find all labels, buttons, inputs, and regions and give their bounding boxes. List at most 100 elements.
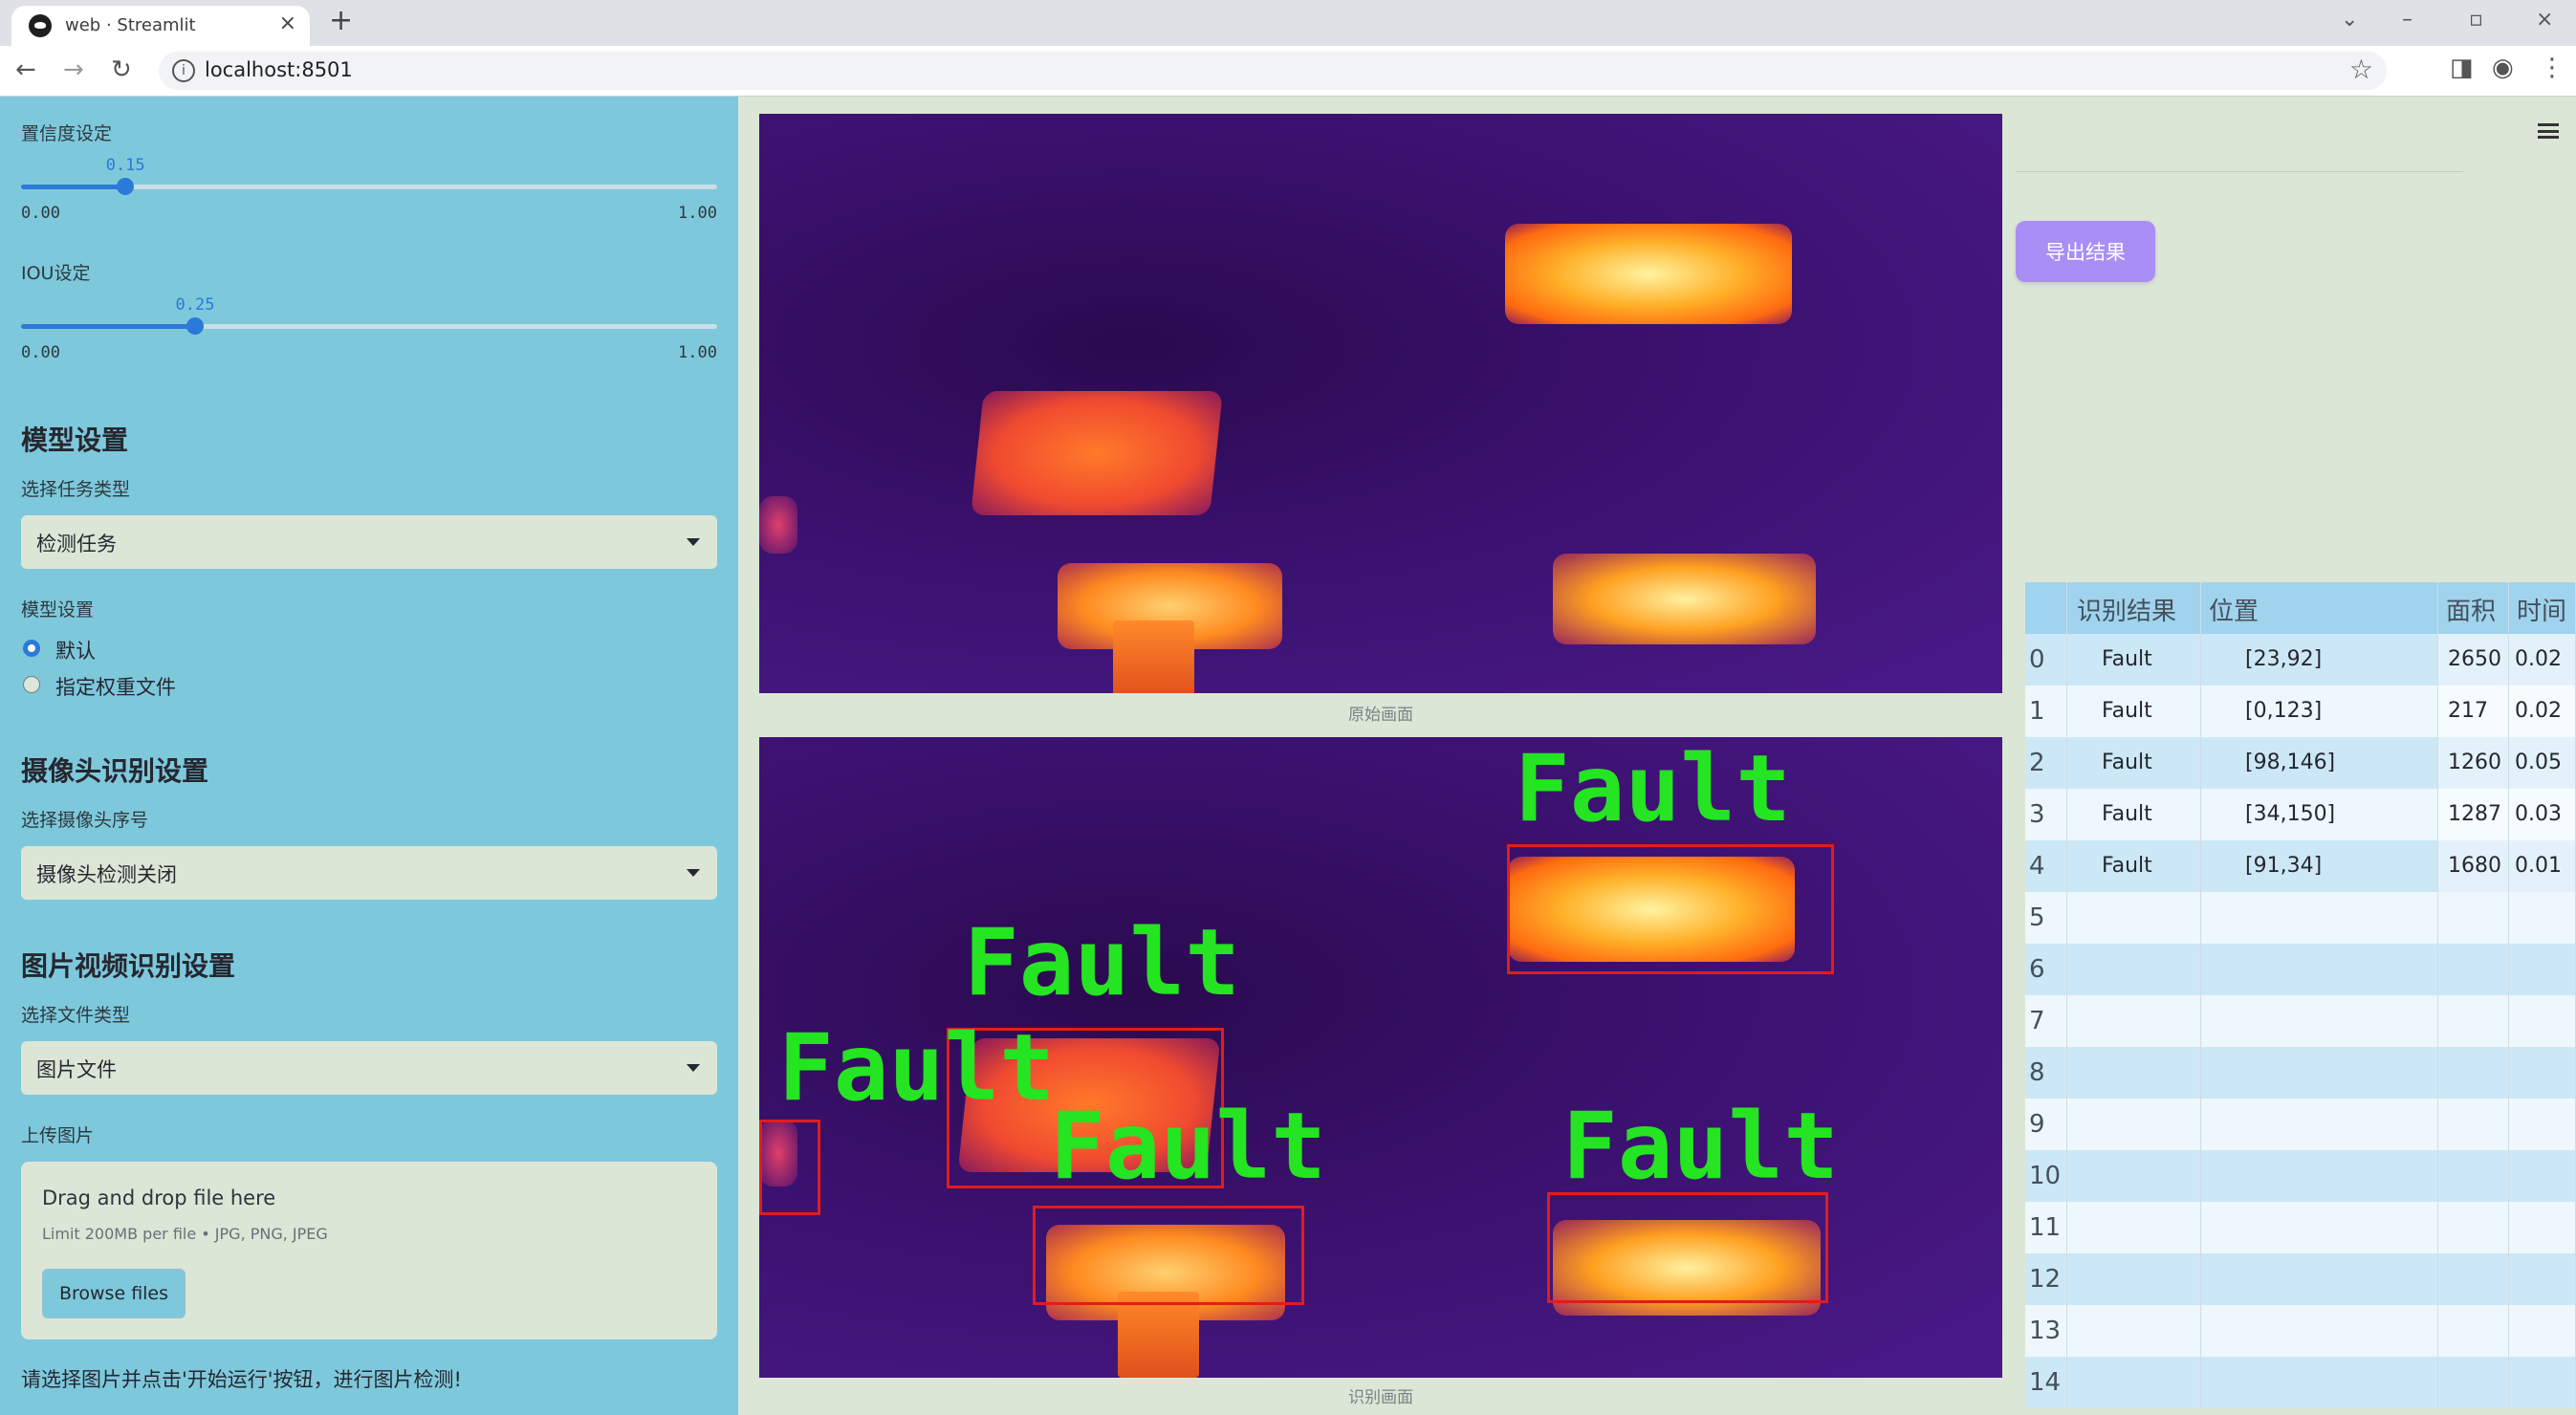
slider-fill <box>21 185 126 189</box>
forward-arrow-icon[interactable]: → <box>63 55 84 84</box>
slider-thumb[interactable] <box>117 178 135 195</box>
browser-tab[interactable]: web · Streamlit × <box>11 6 310 46</box>
radio-unselected-icon[interactable] <box>23 676 40 693</box>
slider-thumb[interactable] <box>186 317 204 335</box>
table-row[interactable]: 2 Fault [98,146] 1260 0.05 <box>2025 737 2576 789</box>
detection-label: Fault <box>1050 1093 1326 1200</box>
table-row[interactable]: 13 <box>2025 1305 2576 1357</box>
table-cell-result: Fault <box>2067 686 2201 737</box>
dropdown-caret-icon <box>687 1064 700 1072</box>
table-row[interactable]: 8 <box>2025 1047 2576 1099</box>
table-cell-empty <box>2067 1150 2201 1202</box>
radio-label: 指定权重文件 <box>55 676 176 699</box>
row-index: 7 <box>2025 995 2067 1047</box>
model-settings-heading: 模型设置 <box>21 424 129 456</box>
column-header[interactable]: 位置 <box>2201 582 2438 634</box>
file-type-select[interactable]: 图片文件 <box>21 1041 717 1095</box>
row-index: 8 <box>2025 1047 2067 1099</box>
table-cell-area: 1287 <box>2438 789 2509 840</box>
camera-select[interactable]: 摄像头检测关闭 <box>21 846 717 900</box>
row-index: 4 <box>2025 840 2067 892</box>
detection-box <box>1507 844 1834 974</box>
browser-tab-bar: web · Streamlit × + ⌄ – ▫ × <box>0 0 2576 46</box>
radio-label: 默认 <box>55 640 96 663</box>
omnibox[interactable]: i localhost:8501 ☆ <box>159 52 2387 90</box>
table-cell-empty <box>2201 892 2438 944</box>
window-close-icon[interactable]: × <box>2536 8 2553 32</box>
slider-value: 0.25 <box>175 295 215 315</box>
table-cell-area: 2650 <box>2438 634 2509 686</box>
table-row[interactable]: 9 <box>2025 1099 2576 1150</box>
table-cell-result: Fault <box>2067 789 2201 840</box>
confidence-label: 置信度设定 <box>21 123 113 144</box>
info-icon[interactable]: i <box>172 59 195 82</box>
table-row[interactable]: 14 <box>2025 1357 2576 1408</box>
table-cell-position: [34,150] <box>2201 789 2438 840</box>
result-image: Fault Fault Fault Fault Fault <box>759 737 2002 1378</box>
restore-icon[interactable]: ▫ <box>2469 8 2483 32</box>
table-row[interactable]: 0 Fault [23,92] 2650 0.02 <box>2025 634 2576 686</box>
tab-search-icon[interactable]: ⌄ <box>2341 8 2358 32</box>
dropdown-caret-icon <box>687 869 700 877</box>
camera-settings-heading: 摄像头识别设置 <box>21 755 209 787</box>
table-cell-empty <box>2509 1099 2576 1150</box>
new-tab-button[interactable]: + <box>329 4 353 37</box>
side-panel-icon[interactable]: ◨ <box>2450 54 2474 82</box>
detection-label: Fault <box>964 909 1240 1016</box>
tab-close-icon[interactable]: × <box>279 11 296 35</box>
table-cell-time: 0.05 <box>2509 737 2576 789</box>
detection-box <box>759 1120 820 1215</box>
task-type-select[interactable]: 检测任务 <box>21 515 717 569</box>
table-cell-empty <box>2438 1099 2509 1150</box>
table-cell-empty <box>2438 1253 2509 1305</box>
more-menu-icon[interactable]: ⋮ <box>2540 54 2565 82</box>
table-cell-empty <box>2438 995 2509 1047</box>
table-cell-empty <box>2438 1202 2509 1253</box>
profile-icon[interactable]: ◉ <box>2492 54 2514 82</box>
row-index: 1 <box>2025 686 2067 737</box>
url-text[interactable]: localhost:8501 <box>205 58 353 81</box>
reload-icon[interactable]: ↻ <box>111 55 132 84</box>
row-index: 0 <box>2025 634 2067 686</box>
confidence-slider[interactable]: 0.15 0.00 1.00 <box>21 156 717 223</box>
table-row[interactable]: 11 <box>2025 1202 2576 1253</box>
table-row[interactable]: 1 Fault [0,123] 217 0.02 <box>2025 686 2576 737</box>
hamburger-menu-icon[interactable] <box>2538 123 2559 139</box>
table-row[interactable]: 3 Fault [34,150] 1287 0.03 <box>2025 789 2576 840</box>
table-row[interactable]: 10 <box>2025 1150 2576 1202</box>
table-cell-empty <box>2201 1150 2438 1202</box>
table-row[interactable]: 7 <box>2025 995 2576 1047</box>
table-cell-position: [23,92] <box>2201 634 2438 686</box>
detection-label: Fault <box>1515 737 1791 842</box>
table-row[interactable]: 4 Fault [91,34] 1680 0.01 <box>2025 840 2576 892</box>
row-index: 12 <box>2025 1253 2067 1305</box>
table-cell-empty <box>2509 1253 2576 1305</box>
slider-value: 0.15 <box>105 156 145 175</box>
column-header[interactable]: 面积 <box>2438 582 2509 634</box>
table-cell-empty <box>2438 1047 2509 1099</box>
address-bar-row: ← → ↻ i localhost:8501 ☆ ◨ ◉ ⋮ <box>0 46 2576 97</box>
table-cell-empty <box>2201 1253 2438 1305</box>
task-type-label: 选择任务类型 <box>21 479 131 500</box>
back-arrow-icon[interactable]: ← <box>15 55 36 84</box>
table-row[interactable]: 12 <box>2025 1253 2576 1305</box>
minimize-icon[interactable]: – <box>2402 8 2412 32</box>
bookmark-star-icon[interactable]: ☆ <box>2349 54 2373 85</box>
dropdown-caret-icon <box>687 538 700 546</box>
table-row[interactable]: 5 <box>2025 892 2576 944</box>
table-row[interactable]: 6 <box>2025 944 2576 995</box>
row-index: 10 <box>2025 1150 2067 1202</box>
browse-files-button[interactable]: Browse files <box>42 1269 186 1318</box>
original-caption: 原始画面 <box>1348 706 1413 725</box>
column-header[interactable]: 时间 <box>2509 582 2576 634</box>
iou-slider[interactable]: 0.25 0.00 1.00 <box>21 295 717 362</box>
column-header[interactable]: 识别结果 <box>2067 582 2201 634</box>
file-dropzone[interactable]: Drag and drop file here Limit 200MB per … <box>21 1162 717 1339</box>
export-results-button[interactable]: 导出结果 <box>2016 221 2155 282</box>
select-value: 图片文件 <box>36 1058 117 1081</box>
row-index: 9 <box>2025 1099 2067 1150</box>
slider-min: 0.00 <box>21 204 60 223</box>
row-index: 2 <box>2025 737 2067 789</box>
radio-selected-icon[interactable] <box>23 640 40 657</box>
dropzone-limit: Limit 200MB per file • JPG, PNG, JPEG <box>42 1225 328 1243</box>
